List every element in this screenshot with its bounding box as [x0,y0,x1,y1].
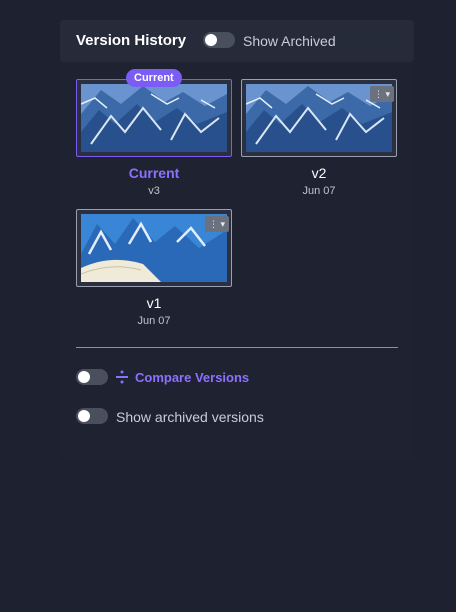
more-dropdown-icon[interactable]: ⋮ ▾ [370,86,394,102]
version-history-panel: Version History Show Archived Current Cu… [60,20,414,460]
toggle-knob [205,34,217,46]
version-thumbnail [81,84,227,152]
version-name-v2: v2 [311,165,327,181]
compare-versions-toggle[interactable] [76,369,108,385]
toggle-knob [78,371,90,383]
version-name-v1: v1 [146,295,162,311]
section-divider [76,347,398,348]
version-sub-v2: Jun 07 [302,185,336,197]
version-card-v2[interactable]: ⋮ ▾ [241,79,397,157]
panel-title: Version History [76,32,187,49]
show-archived-label: Show Archived [243,33,336,49]
version-sub-v1: Jun 07 [137,315,171,327]
compare-icon [116,370,128,384]
version-card-current[interactable] [76,79,232,157]
compare-versions-label[interactable]: Compare Versions [135,370,249,385]
version-name-current: Current [128,165,180,181]
show-archived-toggle[interactable] [203,32,235,48]
toggle-knob [78,410,90,422]
current-badge: Current [126,69,182,87]
version-sub-current: v3 [148,185,160,197]
more-dropdown-icon[interactable]: ⋮ ▾ [205,216,229,232]
show-archived-versions-toggle[interactable] [76,408,108,424]
show-archived-versions-label: Show archived versions [116,409,264,425]
panel-header: Version History Show Archived [60,20,414,62]
version-card-v1[interactable]: ⋮ ▾ [76,209,232,287]
